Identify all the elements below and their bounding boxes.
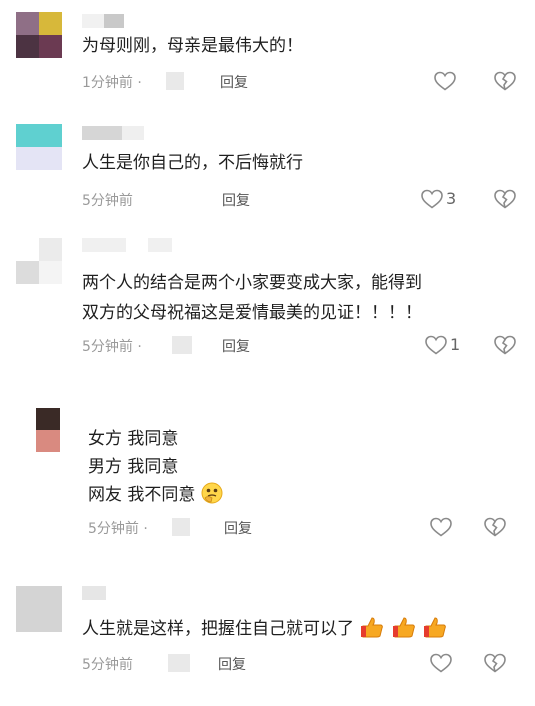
comment-time: 5分钟前 [82,657,133,673]
comment-text: 人生就是这样，把握住自己就可以了 [82,619,354,639]
comment-time: 1分钟前 · [82,75,142,91]
username[interactable] [82,126,144,140]
broken-heart-icon[interactable] [483,515,507,539]
comment-time: 5分钟前 · [82,339,142,355]
blurred-location [172,336,192,354]
comment-text: 网友 我不同意 [88,485,196,505]
reply-button[interactable]: 回复 [222,190,250,210]
blurred-location [166,72,184,90]
comment-text-line: 两个人的结合是两个小家要变成大家，能得到 [82,273,422,293]
comment-text-line: 人生就是这样，把握住自己就可以了 [82,614,448,648]
comment-item: 为母则刚，母亲是最伟大的！ 1分钟前 · 回复 [0,0,535,110]
blurred-location [172,518,190,536]
comment-item: 女方 我同意 男方 我同意 网友 我不同意 5分钟前 · 回复 [0,380,535,550]
thumbs-up-emoji [391,616,417,648]
thumbs-up-emoji [359,616,385,648]
avatar[interactable] [16,12,62,58]
comment-text-line: 双方的父母祝福这是爱情最美的见证！！！！ [82,303,422,323]
comment-item: 人生就是这样，把握住自己就可以了 5分钟前 回复 [0,570,535,706]
avatar[interactable] [16,124,62,170]
like-icon[interactable] [424,333,448,357]
reply-button[interactable]: 回复 [218,654,246,674]
like-count: 3 [446,189,457,208]
comment-item: 两个人的结合是两个小家要变成大家，能得到 双方的父母祝福这是爱情最美的见证！！！… [0,220,535,380]
comment-text-line: 网友 我不同意 [88,480,223,514]
comment-text-line: 女方 我同意 [88,429,179,449]
avatar[interactable] [16,586,62,632]
blurred-location [168,654,190,672]
like-icon[interactable] [429,515,453,539]
comment-item: 人生是你自己的，不后悔就行 5分钟前 回复 3 [0,110,535,220]
broken-heart-icon[interactable] [483,651,507,675]
broken-heart-icon[interactable] [493,333,517,357]
comment-time: 5分钟前 [82,193,133,209]
comment-text-line: 男方 我同意 [88,457,179,477]
thumbs-up-emoji [422,616,448,648]
thinking-face-emoji [201,482,223,514]
like-icon[interactable] [429,651,453,675]
like-icon[interactable] [420,187,444,211]
like-icon[interactable] [433,69,457,93]
username[interactable] [82,14,124,28]
avatar[interactable] [36,408,60,452]
broken-heart-icon[interactable] [493,69,517,93]
reply-button[interactable]: 回复 [222,336,250,356]
reply-button[interactable]: 回复 [220,72,248,92]
comment-text: 为母则刚，母亲是最伟大的！ [82,36,303,56]
username[interactable] [82,586,106,600]
comment-time: 5分钟前 · [88,521,148,537]
username[interactable] [82,238,172,252]
broken-heart-icon[interactable] [493,187,517,211]
avatar[interactable] [16,238,62,284]
comment-text: 人生是你自己的，不后悔就行 [82,153,303,173]
like-count: 1 [450,335,461,354]
reply-button[interactable]: 回复 [224,518,252,538]
